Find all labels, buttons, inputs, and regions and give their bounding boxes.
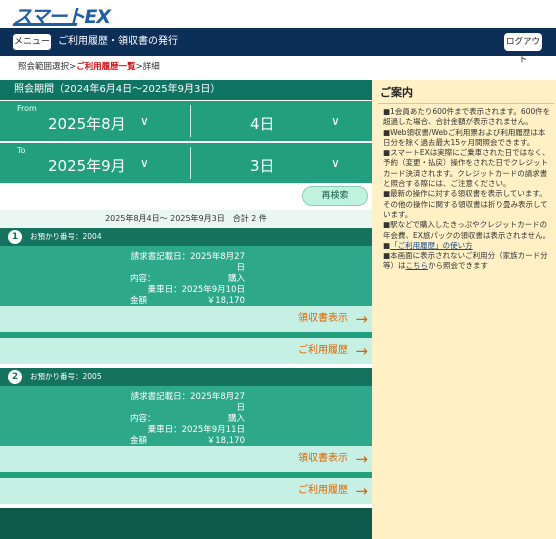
record-detail: 請求書記載日：2025年8月27日 内容： 購入 乗車日：2025年9月10日 金… (0, 246, 372, 306)
record-reference: お預かり番号：2004 (30, 232, 102, 241)
record-content-value: 購入 (227, 414, 245, 424)
history-link[interactable]: ご利用履歴 (298, 338, 348, 364)
record-issued-date: 請求書記載日：2025年8月27日 (130, 392, 245, 413)
receipt-display-link[interactable]: 領収書表示 (298, 446, 348, 472)
breadcrumb: 照会範囲選択>ご利用履歴一覧>詳細 (18, 61, 160, 73)
panel-footer (0, 508, 372, 539)
here-link[interactable]: こちら (406, 261, 429, 270)
history-link-row[interactable]: ご利用履歴 → (0, 478, 372, 504)
to-month-select[interactable]: 2025年9月 (48, 155, 126, 176)
chevron-down-icon[interactable]: ∨ (140, 114, 149, 128)
info-text: ■1会員あたり600件まで表示されます。600件を超過した場合、合計金額が表示さ… (383, 107, 551, 272)
info-item: ■「ご利用履歴」の使い方 (383, 241, 551, 251)
usage-guide-link[interactable]: 「ご利用履歴」の使い方 (390, 241, 473, 250)
chevron-down-icon[interactable]: ∨ (140, 156, 149, 170)
record-reference: お預かり番号：2005 (30, 372, 102, 381)
record-detail: 請求書記載日：2025年8月27日 内容： 購入 乗車日：2025年9月11日 金… (0, 386, 372, 446)
logo-underline (12, 23, 78, 26)
record-number: 2 (8, 370, 22, 384)
arrow-right-icon[interactable]: → (355, 478, 368, 504)
period-label: 照会期間（2024年6月4日～2025年9月3日） (14, 84, 221, 95)
arrow-right-icon[interactable]: → (355, 338, 368, 364)
record-content-label: 内容： (130, 414, 156, 424)
record-header: 2 お預かり番号：2005 (0, 368, 372, 386)
result-summary: 2025年8月4日～ 2025年9月3日 合計 2 件 (0, 210, 372, 228)
record-content-value: 購入 (227, 274, 245, 284)
receipt-link-row[interactable]: 領収書表示 → (0, 306, 372, 332)
arrow-right-icon[interactable]: → (355, 446, 368, 472)
menu-button[interactable]: メニュー (13, 34, 51, 50)
page-title: ご利用履歴・領収書の発行 (58, 36, 178, 47)
divider (190, 147, 191, 179)
from-label: From (17, 104, 37, 113)
record-content-label: 内容： (130, 274, 156, 284)
from-day-select[interactable]: 4日 (250, 113, 275, 134)
breadcrumb-step-detail: 詳細 (142, 62, 160, 72)
info-title: ご案内 (380, 86, 413, 99)
divider (190, 105, 191, 137)
record-ride-date: 乗車日：2025年9月10日 (147, 285, 245, 295)
info-item: ■1会員あたり600件まで表示されます。600件を超過した場合、合計金額が表示さ… (383, 107, 551, 127)
breadcrumb-step-history: ご利用履歴一覧 (76, 62, 136, 72)
record-ride-date: 乗車日：2025年9月11日 (147, 425, 245, 435)
period-header: 照会期間（2024年6月4日～2025年9月3日） (0, 80, 372, 100)
record-header: 1 お預かり番号：2004 (0, 228, 372, 246)
to-day-select[interactable]: 3日 (250, 155, 275, 176)
info-item: ■スマートEXは実際にご乗車された日ではなく、予約（変更・払戻）操作をされた日で… (383, 148, 550, 189)
info-divider (378, 103, 554, 104)
arrow-right-icon[interactable]: → (355, 306, 368, 332)
history-link-row[interactable]: ご利用履歴 → (0, 338, 372, 364)
receipt-display-link[interactable]: 領収書表示 (298, 306, 348, 332)
breadcrumb-step-range[interactable]: 照会範囲選択 (18, 62, 69, 72)
info-item: ■本画面に表示されないご利用分（家族カード分等）はこちらから照会できます (383, 251, 551, 272)
record-number: 1 (8, 230, 22, 244)
from-month-select[interactable]: 2025年8月 (48, 113, 126, 134)
from-date-selector: From 2025年8月 ∨ 4日 ∨ (0, 101, 372, 141)
chevron-down-icon[interactable]: ∨ (331, 114, 340, 128)
breadcrumb-separator: > (135, 62, 143, 72)
record-issued-date: 請求書記載日：2025年8月27日 (130, 252, 245, 273)
info-item: ■駅などで購入したきっぷやクレジットカードの年会費、EX旅パックの領収書は表示さ… (383, 220, 551, 240)
chevron-down-icon[interactable]: ∨ (331, 156, 340, 170)
to-label: To (17, 146, 26, 155)
receipt-link-row[interactable]: 領収書表示 → (0, 446, 372, 472)
to-date-selector: To 2025年9月 ∨ 3日 ∨ (0, 143, 372, 183)
info-item: ■最新の操作に対する領収書を表示しています。その他の操作に関する領収書は折り畳み… (383, 189, 548, 219)
research-button[interactable]: 再検索 (302, 186, 368, 206)
history-link[interactable]: ご利用履歴 (298, 478, 348, 504)
info-text-part: から照会できます (428, 261, 488, 271)
logout-button[interactable]: ログアウト (504, 33, 542, 65)
info-item: ■Web領収書/Webご利用票および利用履歴は本日分を除く過去最大15ヶ月間照会… (383, 127, 546, 147)
